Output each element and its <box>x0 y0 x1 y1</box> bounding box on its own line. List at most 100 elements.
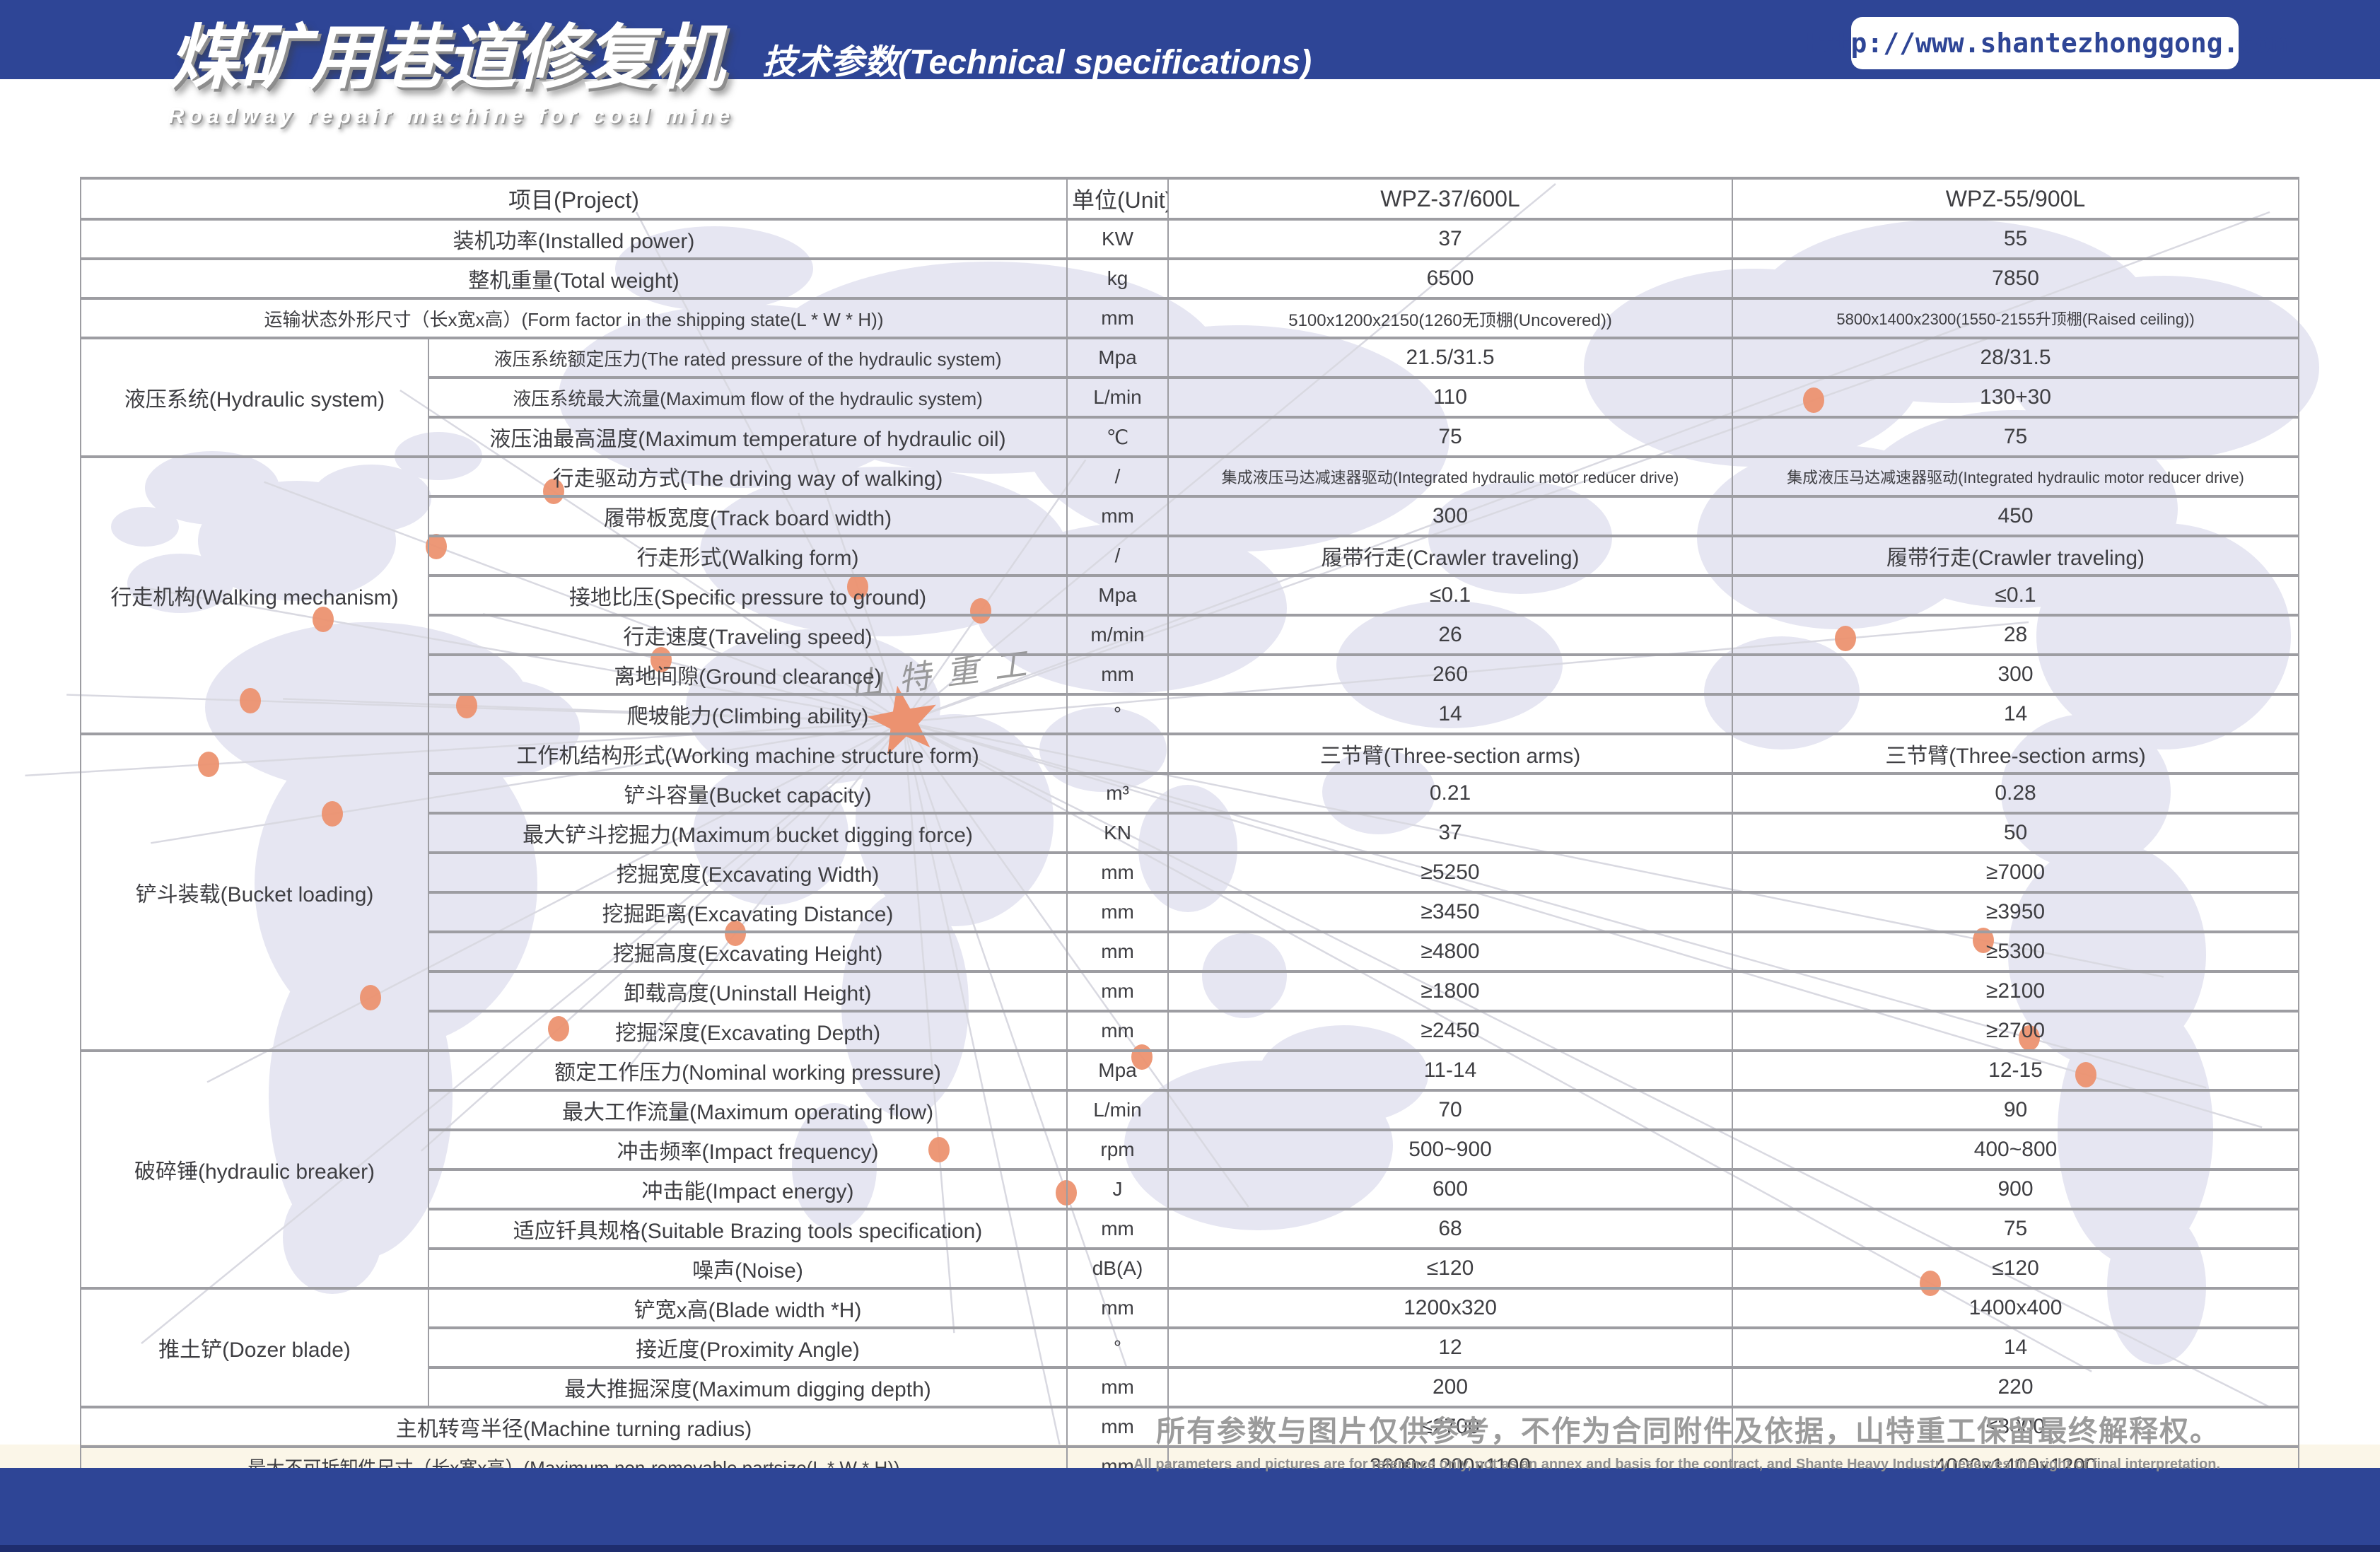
value-model1-cell: 68 <box>1168 1209 1732 1249</box>
value-model2-cell: 220 <box>1732 1367 2299 1407</box>
row-label-cell: 冲击能(Impact energy) <box>428 1169 1067 1209</box>
value-model1-cell: 26 <box>1168 615 1732 655</box>
unit-cell: ℃ <box>1067 417 1168 457</box>
disclaimer-zh: 所有参数与图片仅供参考，不作为合同附件及依据，山特重工保留最终解释权。 <box>1133 1407 2220 1449</box>
row-label-cell: 液压系统额定压力(The rated pressure of the hydra… <box>428 338 1067 378</box>
value-model2-cell: 300 <box>1732 655 2299 694</box>
group-label-cell: 行走机构(Walking mechanism) <box>81 457 428 734</box>
unit-cell: J <box>1067 1169 1168 1209</box>
value-model1-cell: 600 <box>1168 1169 1732 1209</box>
table-row: 破碎锤(hydraulic breaker)额定工作压力(Nominal wor… <box>81 1051 2299 1090</box>
unit-cell: mm <box>1067 1209 1168 1249</box>
table-header-row: 项目(Project) 单位(Unit) WPZ-37/600L WPZ-55/… <box>81 178 2299 219</box>
unit-cell: / <box>1067 457 1168 496</box>
unit-cell <box>1067 734 1168 774</box>
value-model2-cell: 90 <box>1732 1090 2299 1130</box>
unit-cell: KW <box>1067 219 1168 259</box>
value-model1-cell: ≥2450 <box>1168 1011 1732 1051</box>
unit-cell: Mpa <box>1067 1051 1168 1090</box>
spec-table-body: 项目(Project) 单位(Unit) WPZ-37/600L WPZ-55/… <box>81 178 2299 1486</box>
value-model1-cell: ≥1800 <box>1168 972 1732 1011</box>
row-label-cell: 液压系统最大流量(Maximum flow of the hydraulic s… <box>428 378 1067 417</box>
value-model1-cell: 200 <box>1168 1367 1732 1407</box>
unit-cell: mm <box>1067 932 1168 972</box>
value-model2-cell: 5800x1400x2300(1550-2155升顶棚(Raised ceili… <box>1732 298 2299 338</box>
spec-table: 项目(Project) 单位(Unit) WPZ-37/600L WPZ-55/… <box>80 177 2299 1488</box>
value-model1-cell: ≥4800 <box>1168 932 1732 972</box>
unit-cell: KN <box>1067 813 1168 853</box>
value-model2-cell: 130+30 <box>1732 378 2299 417</box>
value-model2-cell: 14 <box>1732 1328 2299 1367</box>
row-label-cell: 冲击频率(Impact frequency) <box>428 1130 1067 1169</box>
row-label-cell: 行走速度(Traveling speed) <box>428 615 1067 655</box>
value-model2-cell: 450 <box>1732 496 2299 536</box>
row-label-cell: 挖掘深度(Excavating Depth) <box>428 1011 1067 1051</box>
header-project: 项目(Project) <box>81 178 1067 219</box>
unit-cell: mm <box>1067 892 1168 932</box>
value-model1-cell: 三节臂(Three-section arms) <box>1168 734 1732 774</box>
value-model2-cell: 三节臂(Three-section arms) <box>1732 734 2299 774</box>
row-label-cell: 接地比压(Specific pressure to ground) <box>428 576 1067 615</box>
row-label-cell: 挖掘距离(Excavating Distance) <box>428 892 1067 932</box>
row-label-cell: 最大铲斗挖掘力(Maximum bucket digging force) <box>428 813 1067 853</box>
unit-cell: mm <box>1067 853 1168 892</box>
value-model1-cell: 12 <box>1168 1328 1732 1367</box>
value-model1-cell: 14 <box>1168 694 1732 734</box>
unit-cell: m/min <box>1067 615 1168 655</box>
value-model2-cell: 1400x400 <box>1732 1288 2299 1328</box>
group-label-cell: 破碎锤(hydraulic breaker) <box>81 1051 428 1288</box>
value-model2-cell: ≤120 <box>1732 1249 2299 1288</box>
row-label-cell: 接近度(Proximity Angle) <box>428 1328 1067 1367</box>
value-model2-cell: 12-15 <box>1732 1051 2299 1090</box>
disclaimer: 所有参数与图片仅供参考，不作为合同附件及依据，山特重工保留最终解释权。 All … <box>1133 1407 2220 1473</box>
value-model2-cell: 28 <box>1732 615 2299 655</box>
row-label-cell: 行走驱动方式(The driving way of walking) <box>428 457 1067 496</box>
value-model2-cell: 75 <box>1732 1209 2299 1249</box>
page-subtitle: Roadway repair machine for coal mine <box>168 103 735 129</box>
row-label-cell: 主机转弯半径(Machine turning radius) <box>81 1407 1067 1447</box>
row-label-cell: 装机功率(Installed power) <box>81 219 1067 259</box>
tech-spec-title: 技术参数(Technical specifications) <box>762 34 1312 83</box>
unit-cell: / <box>1067 536 1168 576</box>
value-model2-cell: 集成液压马达减速器驱动(Integrated hydraulic motor r… <box>1732 457 2299 496</box>
value-model1-cell: 70 <box>1168 1090 1732 1130</box>
value-model1-cell: 0.21 <box>1168 774 1732 813</box>
value-model2-cell: 900 <box>1732 1169 2299 1209</box>
brand-block: 煤矿用巷道修复机 Roadway repair machine for coal… <box>168 23 735 129</box>
value-model2-cell: 400~800 <box>1732 1130 2299 1169</box>
unit-cell: dB(A) <box>1067 1249 1168 1288</box>
value-model1-cell: 履带行走(Crawler traveling) <box>1168 536 1732 576</box>
group-label-cell: 推土铲(Dozer blade) <box>81 1288 428 1407</box>
table-row: 整机重量(Total weight)kg65007850 <box>81 259 2299 298</box>
value-model2-cell: 履带行走(Crawler traveling) <box>1732 536 2299 576</box>
row-label-cell: 离地间隙(Ground clearance) <box>428 655 1067 694</box>
row-label-cell: 整机重量(Total weight) <box>81 259 1067 298</box>
page-title: 煤矿用巷道修复机 <box>168 23 735 93</box>
value-model2-cell: ≥3950 <box>1732 892 2299 932</box>
value-model2-cell: 14 <box>1732 694 2299 734</box>
value-model2-cell: 75 <box>1732 417 2299 457</box>
disclaimer-en: All parameters and pictures are for refe… <box>1133 1457 2220 1473</box>
row-label-cell: 铲斗容量(Bucket capacity) <box>428 774 1067 813</box>
row-label-cell: 挖掘高度(Excavating Height) <box>428 932 1067 972</box>
bottom-blue-bar <box>0 1468 2380 1552</box>
row-label-cell: 履带板宽度(Track board width) <box>428 496 1067 536</box>
row-label-cell: 适应钎具规格(Suitable Brazing tools specificat… <box>428 1209 1067 1249</box>
value-model2-cell: ≥7000 <box>1732 853 2299 892</box>
unit-cell: mm <box>1067 1288 1168 1328</box>
unit-cell: mm <box>1067 1011 1168 1051</box>
website-url[interactable]: Http://www.shantezhonggong.com <box>1802 28 2287 59</box>
row-label-cell: 最大工作流量(Maximum operating flow) <box>428 1090 1067 1130</box>
unit-cell: L/min <box>1067 1090 1168 1130</box>
unit-cell: mm <box>1067 972 1168 1011</box>
value-model2-cell: 55 <box>1732 219 2299 259</box>
unit-cell: mm <box>1067 1367 1168 1407</box>
table-row: 液压系统(Hydraulic system)液压系统额定压力(The rated… <box>81 338 2299 378</box>
value-model1-cell: 21.5/31.5 <box>1168 338 1732 378</box>
value-model1-cell: 110 <box>1168 378 1732 417</box>
value-model2-cell: ≥5300 <box>1732 932 2299 972</box>
value-model2-cell: 50 <box>1732 813 2299 853</box>
website-badge[interactable]: Http://www.shantezhonggong.com <box>1851 17 2239 69</box>
row-label-cell: 工作机结构形式(Working machine structure form) <box>428 734 1067 774</box>
row-label-cell: 运输状态外形尺寸（长x宽x高）(Form factor in the shipp… <box>81 298 1067 338</box>
